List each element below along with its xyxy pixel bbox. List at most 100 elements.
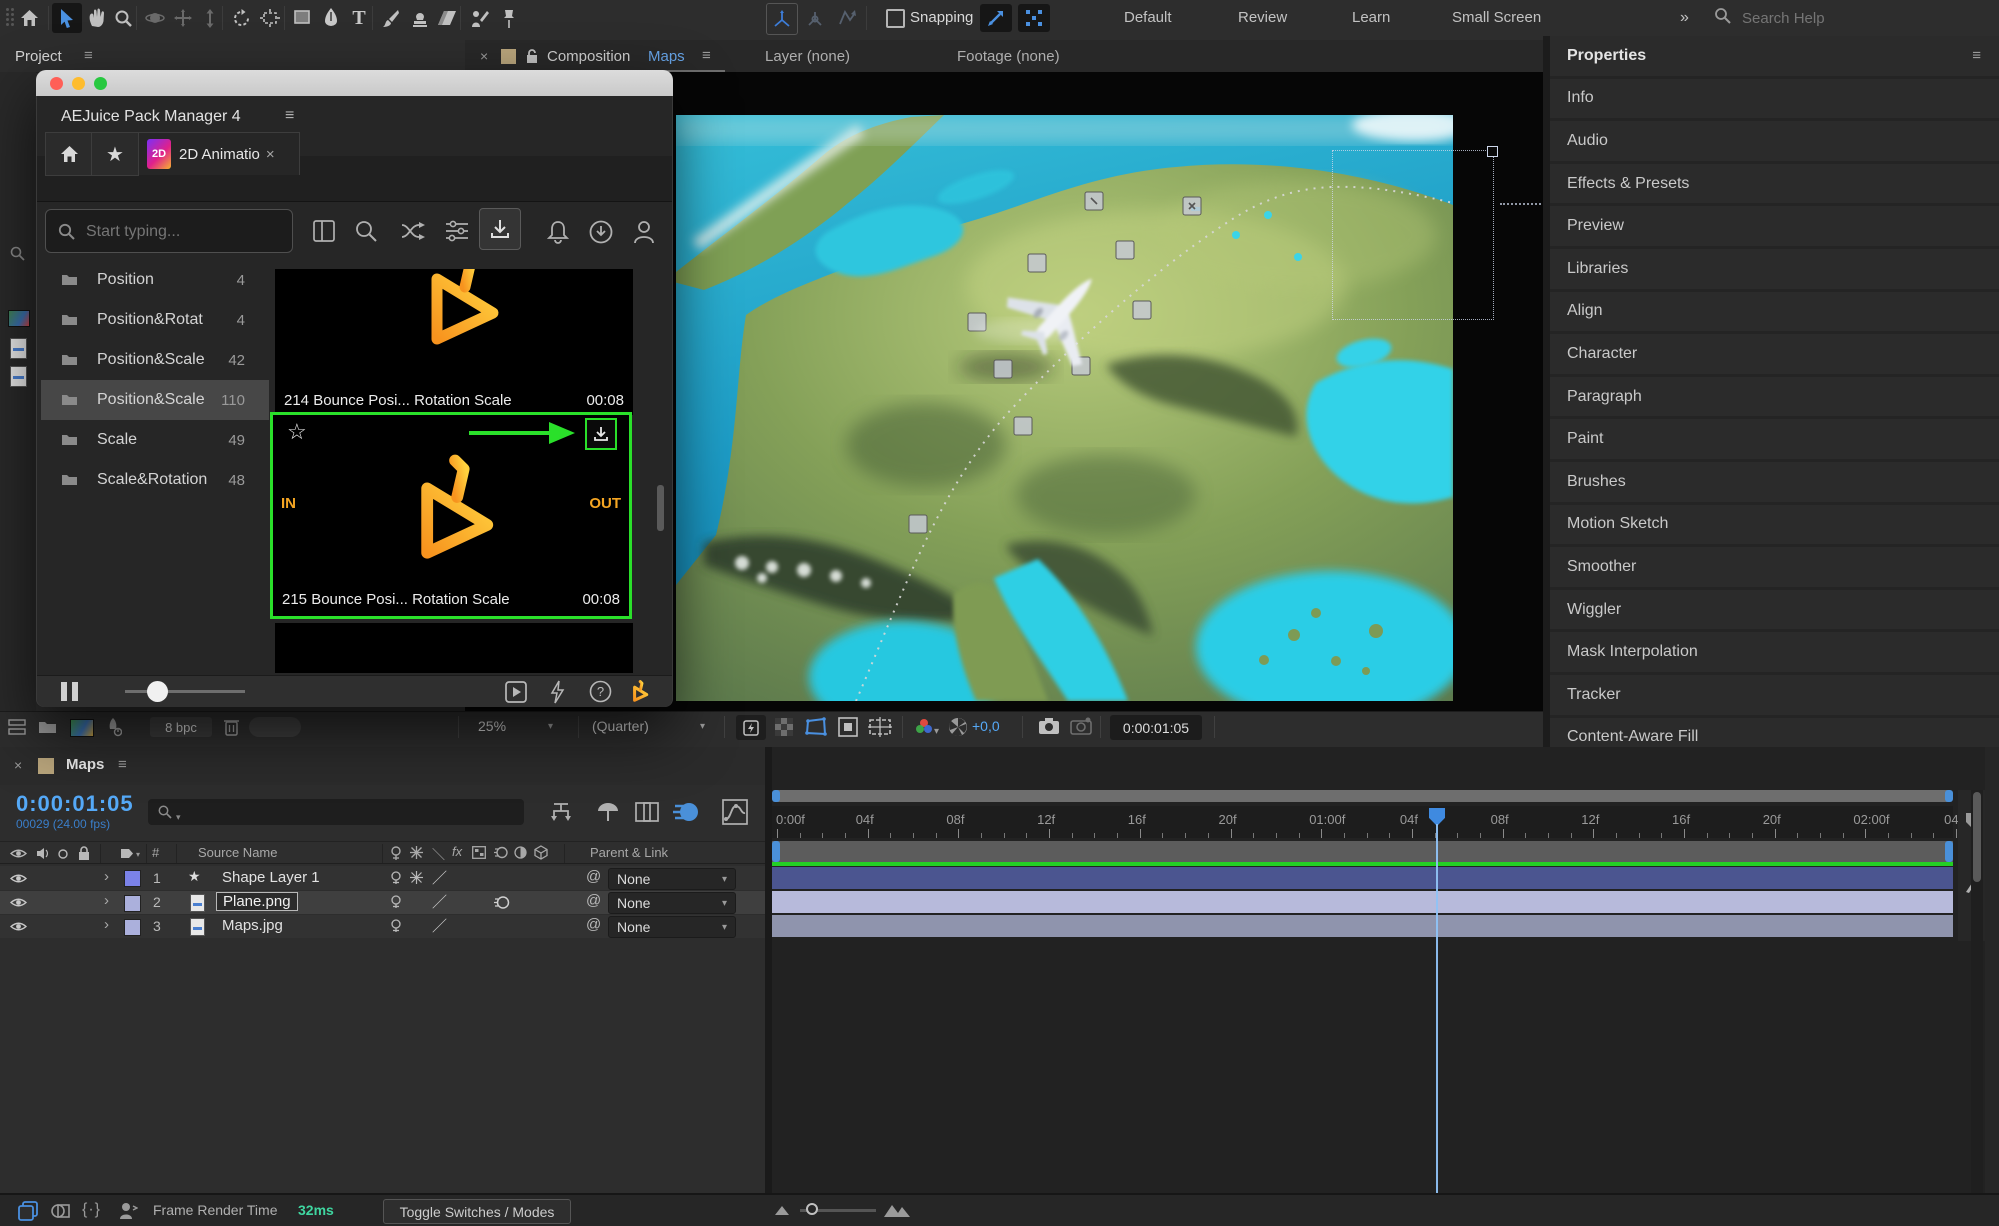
threed-column-icon[interactable] [534, 845, 548, 860]
new-composition-icon[interactable] [70, 719, 94, 737]
mask-visibility-icon[interactable] [838, 717, 858, 737]
account-icon[interactable] [633, 220, 655, 244]
sidebar-properties-menu-icon[interactable]: ≡ [1972, 47, 1981, 64]
downloads-icon[interactable] [589, 220, 613, 244]
new-folder-icon[interactable] [38, 719, 57, 734]
parent-pickwhip-icon[interactable]: @ [586, 916, 601, 933]
frame-blending-icon[interactable] [634, 799, 660, 825]
layer-name[interactable]: Shape Layer 1 [222, 869, 320, 886]
blend-mode-icon[interactable] [50, 1201, 70, 1221]
category-row[interactable]: Position&Scale 42 [41, 340, 269, 380]
aejuice-logo-small[interactable] [627, 679, 653, 705]
adjustment-column-icon[interactable] [514, 846, 527, 859]
presence-icon[interactable] [118, 1201, 138, 1221]
clone-stamp-tool-icon[interactable] [405, 3, 435, 33]
render-engine-icon[interactable] [104, 717, 122, 737]
layer-motion-blur-icon[interactable] [494, 895, 510, 910]
layer-quality-slash-icon[interactable]: ／ [432, 915, 447, 936]
aejuice-scrollbar-thumb[interactable] [657, 485, 664, 531]
timeline-vertical-scrollbar[interactable] [1971, 790, 1983, 1193]
timeline-tab-menu-icon[interactable]: ≡ [118, 756, 127, 773]
minimize-traffic-light[interactable] [72, 77, 85, 90]
timeline-label-swatch[interactable] [38, 758, 54, 774]
sidebar-panel-effects-presets[interactable]: Effects & Presets [1550, 164, 1999, 204]
project-item-file-icon[interactable] [10, 338, 27, 359]
composition-mini-flowchart-icon[interactable] [548, 799, 574, 825]
timeline-scrollbar-thumb[interactable] [1973, 792, 1981, 882]
collapse-column-icon[interactable] [410, 846, 423, 859]
zoom-out-small-icon[interactable] [775, 1206, 789, 1215]
layer-label-swatch[interactable] [124, 870, 141, 887]
pause-button-bar2[interactable] [72, 682, 78, 701]
close-traffic-light[interactable] [50, 77, 63, 90]
category-row[interactable]: Position&Scale 110 [41, 380, 269, 420]
graph-editor-icon[interactable] [722, 799, 748, 825]
trash-icon[interactable] [224, 717, 239, 736]
category-row[interactable]: Position&Rotat 4 [41, 300, 269, 340]
sidebar-panel-content-aware-fill[interactable]: Content-Aware Fill [1550, 718, 1999, 748]
preset-thumbnail-next[interactable] [275, 623, 633, 673]
layer-eye-icon[interactable] [10, 873, 27, 884]
sidebar-panel-properties[interactable]: Properties [1550, 36, 1999, 76]
sidebar-panel-mask-interpolation[interactable]: Mask Interpolation [1550, 632, 1999, 672]
label-column-icon[interactable] [120, 848, 134, 859]
layer-eye-icon[interactable] [10, 897, 27, 908]
aejuice-pack-tab-2d-animation[interactable]: 2D 2D Animatio × [138, 132, 300, 175]
expressions-icon[interactable]: {·} [82, 1201, 101, 1219]
toolbar-grip[interactable] [6, 8, 9, 11]
sidebar-panel-paragraph[interactable]: Paragraph [1550, 377, 1999, 417]
motion-path-keyframe[interactable] [1133, 301, 1151, 319]
lock-column-icon[interactable] [78, 846, 90, 861]
comp-tab-name[interactable]: Maps [648, 48, 685, 65]
sidebar-panel-preview[interactable]: Preview [1550, 206, 1999, 246]
grid-guides-icon[interactable] [868, 717, 892, 737]
work-area-end-handle[interactable] [1945, 841, 1953, 862]
fast-previews-icon[interactable] [736, 715, 766, 740]
eraser-tool-icon[interactable] [432, 3, 462, 33]
layer-shy-icon[interactable] [390, 895, 402, 909]
selection-tool-icon[interactable] [52, 3, 82, 33]
sidebar-divider[interactable] [1543, 36, 1550, 747]
aejuice-favorites-tab[interactable]: ★ [91, 132, 139, 176]
sidebar-panel-wiggler[interactable]: Wiggler [1550, 590, 1999, 630]
rotation-tool-icon[interactable] [226, 3, 256, 33]
preview-player-icon[interactable] [505, 681, 527, 703]
draft-3d-icon[interactable] [596, 799, 620, 825]
parent-pickwhip-icon[interactable]: @ [586, 892, 601, 909]
comp-timecode[interactable]: 0:00:01:05 [1110, 715, 1202, 740]
frame-blend-column-icon[interactable]: ＼ [432, 844, 445, 863]
layer-shy-icon[interactable] [390, 871, 402, 885]
layer-expand-chevron-icon[interactable]: › [104, 868, 109, 885]
preview-search-icon[interactable] [355, 220, 377, 242]
layer-controls-icon[interactable] [18, 1201, 38, 1221]
layer-tab[interactable]: Layer (none) [765, 48, 850, 65]
parent-dropdown[interactable]: None▾ [608, 868, 736, 890]
solo-column-icon[interactable] [58, 849, 68, 859]
aejuice-window-titlebar[interactable] [36, 70, 673, 96]
workspace-tab-small-screen[interactable]: Small Screen [1452, 9, 1541, 26]
bit-depth-button[interactable]: 8 bpc [150, 717, 212, 737]
workspace-tab-default[interactable]: Default [1124, 9, 1172, 26]
sidebar-panel-tracker[interactable]: Tracker [1550, 675, 1999, 715]
sidebar-panel-smoother[interactable]: Smoother [1550, 547, 1999, 587]
home-icon[interactable] [14, 3, 44, 33]
project-panel-menu-icon[interactable]: ≡ [84, 47, 93, 64]
region-of-interest-icon[interactable] [805, 717, 827, 737]
brush-tool-icon[interactable] [376, 3, 406, 33]
timeline-search-input[interactable] [190, 800, 514, 824]
layer-label-swatch[interactable] [124, 895, 141, 912]
aejuice-search-box[interactable] [45, 209, 293, 253]
navigator-end-handle[interactable] [1945, 790, 1953, 802]
layer-label-swatch[interactable] [124, 919, 141, 936]
type-tool-icon[interactable]: T [344, 3, 374, 33]
zoom-tool-icon[interactable] [108, 3, 138, 33]
workspace-tab-learn[interactable]: Learn [1352, 9, 1390, 26]
snapshot-camera-icon[interactable] [1038, 717, 1060, 735]
label-chevron-icon[interactable]: ▾ [136, 850, 140, 859]
aejuice-search-input[interactable] [84, 210, 283, 254]
comp-zoom-chevron-icon[interactable]: ▾ [548, 721, 553, 732]
layer-name-editing[interactable]: Plane.png [216, 892, 298, 911]
motion-blur-column-icon[interactable] [494, 846, 508, 859]
timeline-ruler[interactable]: 0:00f04f08f12f16f20f01:00f04f08f12f16f20… [772, 806, 1953, 838]
timeline-search-box[interactable]: ▾ [148, 799, 524, 825]
